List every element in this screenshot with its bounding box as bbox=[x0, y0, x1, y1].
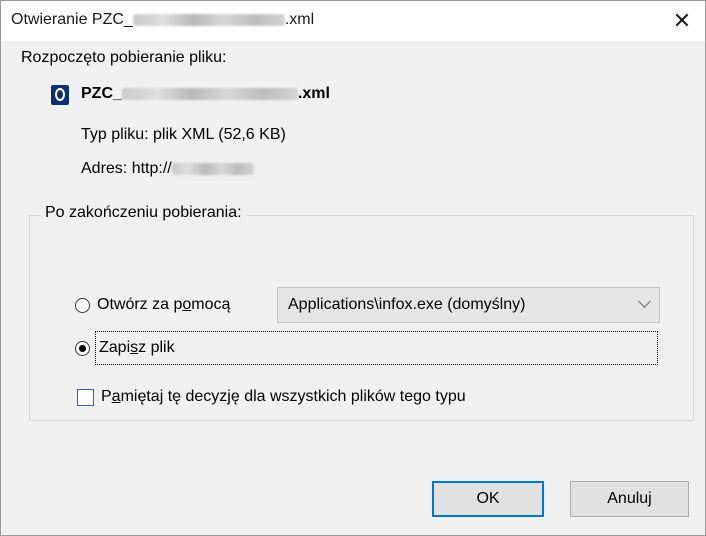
close-button[interactable]: ✕ bbox=[659, 1, 705, 41]
ok-button[interactable]: OK bbox=[432, 481, 544, 517]
save-mnemonic: s bbox=[130, 339, 139, 356]
save-label-part: Zapi bbox=[99, 339, 131, 356]
file-name-suffix: .xml bbox=[297, 85, 330, 102]
save-file-label[interactable]: Zapisz plik bbox=[99, 339, 175, 357]
redacted-file-name-part bbox=[121, 87, 298, 100]
open-with-radio[interactable] bbox=[75, 298, 90, 313]
download-intro-label: Rozpoczęto pobieranie pliku: bbox=[21, 49, 227, 66]
open-with-label-part: mocą bbox=[191, 296, 231, 313]
remember-label-part: miętaj tę decyzję dla wszystkich plików … bbox=[120, 388, 466, 405]
save-file-radio[interactable] bbox=[75, 341, 90, 356]
remember-decision-label[interactable]: Pamiętaj tę decyzję dla wszystkich plikó… bbox=[101, 388, 466, 406]
redacted-address bbox=[171, 162, 254, 175]
save-label-part: z plik bbox=[138, 339, 175, 356]
remember-label-part: P bbox=[101, 388, 112, 405]
application-select-value: Applications\infox.exe (domyślny) bbox=[288, 296, 526, 313]
file-name: PZC_ .xml bbox=[81, 85, 330, 103]
open-with-label[interactable]: Otwórz za pomocą bbox=[97, 296, 230, 314]
open-with-mnemonic: o bbox=[182, 296, 192, 313]
chevron-down-icon bbox=[638, 295, 651, 308]
after-download-label: Po zakończeniu pobierania: bbox=[41, 204, 246, 222]
file-address-label: Adres: http:// bbox=[81, 160, 254, 178]
file-type-label: Typ pliku: plik XML (52,6 KB) bbox=[81, 126, 286, 143]
dialog-title: Otwieranie PZC_ .xml bbox=[11, 11, 314, 29]
application-select[interactable]: Applications\infox.exe (domyślny) bbox=[277, 287, 660, 323]
title-bar[interactable]: Otwieranie PZC_ .xml ✕ bbox=[1, 1, 705, 41]
remember-mnemonic: a bbox=[111, 388, 121, 405]
title-prefix: Otwieranie PZC_ bbox=[11, 11, 133, 28]
remember-decision-checkbox[interactable] bbox=[77, 389, 94, 406]
save-file-focus-rect bbox=[95, 331, 658, 365]
address-text: Adres: http:// bbox=[81, 160, 172, 177]
redacted-title-part bbox=[132, 13, 285, 26]
title-suffix: .xml bbox=[284, 11, 315, 28]
close-icon: ✕ bbox=[672, 8, 692, 33]
open-with-label-part: Otwórz za p bbox=[97, 296, 183, 313]
download-dialog: Otwieranie PZC_ .xml ✕ Rozpoczęto pobiera… bbox=[0, 0, 706, 536]
xml-document-icon bbox=[51, 85, 69, 105]
file-name-prefix: PZC_ bbox=[81, 85, 122, 102]
cancel-button[interactable]: Anuluj bbox=[570, 481, 689, 517]
